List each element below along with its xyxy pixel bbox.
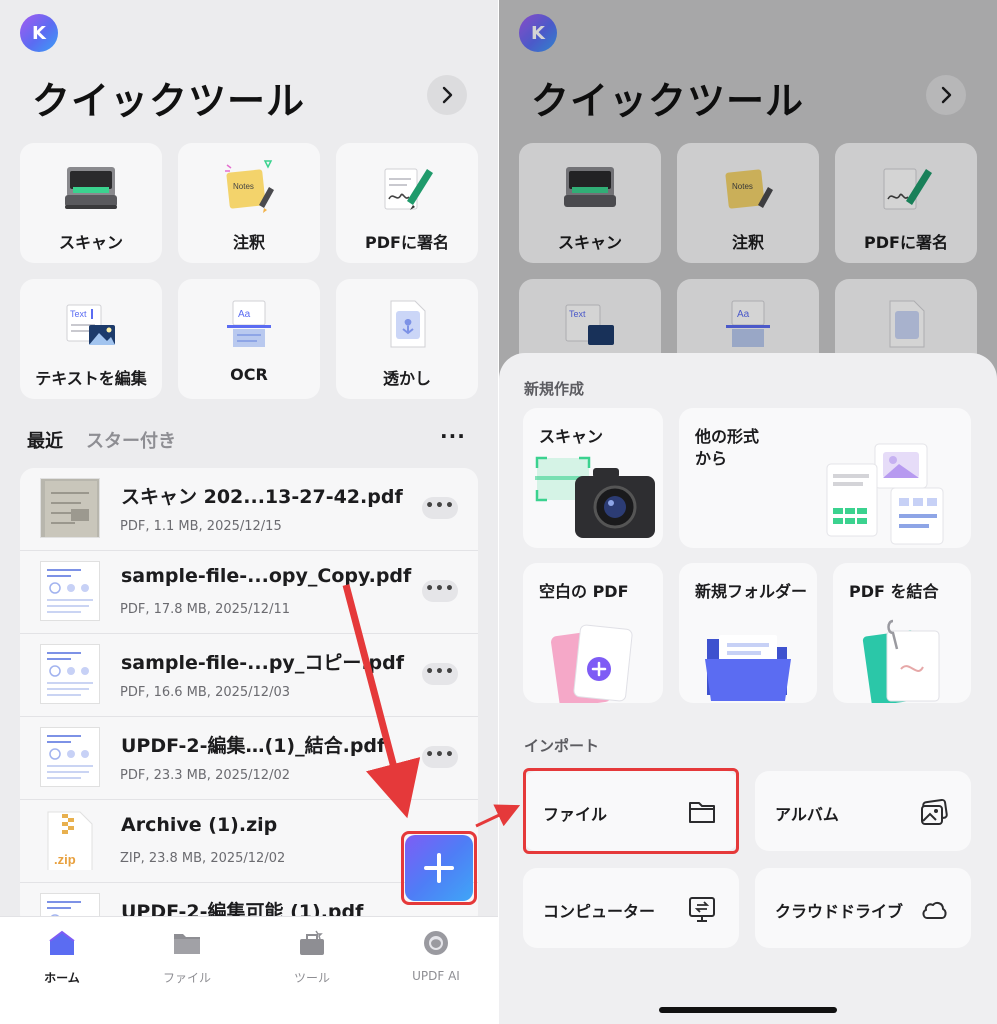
home-screen: K クイックツール スキャン Notes 注釈 PDFに署名 Text テキスト… — [0, 0, 498, 1024]
file-name: Archive (1).zip — [121, 814, 278, 836]
tool-edit-text-label: テキストを編集 — [35, 369, 147, 388]
nav-home-label: ホーム — [44, 971, 80, 985]
file-thumbnail — [40, 478, 100, 538]
sign-pen-icon — [384, 168, 433, 210]
import-album-label: アルバム — [775, 805, 839, 824]
file-thumbnail — [40, 727, 100, 787]
avatar-initial: K — [32, 22, 46, 44]
import-cloud-button[interactable]: クラウドドライブ — [755, 868, 971, 948]
list-options-button[interactable]: ··· — [440, 424, 466, 448]
avatar[interactable]: K — [20, 14, 58, 52]
create-merge-pdf-card[interactable]: PDF を結合 — [833, 563, 971, 703]
toolbox-icon — [300, 930, 324, 955]
quick-tools-more-button[interactable] — [427, 75, 467, 115]
nav-home[interactable]: ホーム — [12, 929, 112, 986]
file-name: sample-file-...opy_Copy.pdf — [121, 565, 412, 587]
file-row[interactable]: スキャン 202...13-27-42.pdf PDF, 1.1 MB, 202… — [20, 468, 478, 551]
create-section-title: 新規作成 — [524, 380, 585, 398]
create-merge-pdf-label: PDF を結合 — [849, 582, 939, 601]
create-bottom-sheet: 新規作成 スキャン 他の形式 から 空白の PDF 新規フォルダー PDF を結… — [499, 353, 997, 1024]
new-folder-icon — [705, 635, 791, 701]
tab-recent[interactable]: 最近 — [27, 427, 63, 453]
import-computer-label: コンピューター — [543, 902, 656, 921]
file-row[interactable]: sample-file-...py_コピー.pdf PDF, 16.6 MB, … — [20, 634, 478, 717]
ai-icon — [424, 931, 448, 955]
file-meta: PDF, 17.8 MB, 2025/12/11 — [120, 602, 290, 617]
nav-tools[interactable]: ツール — [262, 929, 362, 986]
file-name: UPDF-2-編集…(1)_結合.pdf — [121, 735, 386, 757]
notes-icon: Notes — [225, 160, 274, 213]
create-scan-label: スキャン — [539, 427, 604, 446]
create-new-folder-card[interactable]: 新規フォルダー — [679, 563, 817, 703]
file-more-button[interactable]: ••• — [422, 497, 458, 519]
convert-icon — [826, 443, 944, 545]
file-meta: PDF, 1.1 MB, 2025/12/15 — [120, 519, 282, 534]
file-meta: PDF, 23.3 MB, 2025/12/02 — [120, 768, 290, 783]
home-indicator — [659, 1007, 837, 1013]
file-name: sample-file-...py_コピー.pdf — [121, 652, 405, 674]
nav-ai[interactable]: UPDF AI — [386, 929, 486, 983]
ocr-icon: Aa — [227, 300, 271, 347]
tab-starred[interactable]: スター付き — [86, 427, 176, 453]
cloud-icon — [922, 901, 947, 919]
tool-watermark-label: 透かし — [382, 369, 431, 388]
album-icon — [921, 798, 948, 825]
page-title: クイックツール — [32, 79, 306, 123]
tool-ocr-label: OCR — [230, 365, 268, 384]
zip-file-icon: .zip — [40, 810, 100, 870]
create-from-format-card[interactable]: 他の形式 から — [679, 408, 971, 548]
file-thumbnail — [40, 644, 100, 704]
add-button-highlight — [401, 831, 477, 905]
text-edit-icon: Text — [66, 304, 115, 345]
create-scan-card[interactable]: スキャン — [523, 408, 663, 548]
file-more-button[interactable]: ••• — [422, 580, 458, 602]
tool-sign[interactable]: PDFに署名 — [336, 143, 478, 263]
create-new-folder-label: 新規フォルダー — [695, 582, 808, 601]
ocr-icon-text: Aa — [238, 309, 251, 320]
file-more-button[interactable]: ••• — [422, 746, 458, 768]
import-cloud-label: クラウドドライブ — [775, 902, 904, 921]
import-file-highlight — [523, 768, 739, 854]
tool-scan-label: スキャン — [58, 233, 123, 252]
chevron-right-icon — [442, 86, 453, 104]
home-icon — [49, 930, 75, 955]
import-section-title: インポート — [524, 737, 600, 755]
file-row[interactable]: UPDF-2-編集…(1)_結合.pdf PDF, 23.3 MB, 2025/… — [20, 717, 478, 800]
file-row[interactable]: sample-file-...opy_Copy.pdf PDF, 17.8 MB… — [20, 551, 478, 634]
tool-annotate-label: 注釈 — [232, 233, 265, 252]
text-icon-label: Text — [70, 309, 87, 319]
nav-files[interactable]: ファイル — [137, 929, 237, 986]
tool-scan[interactable]: スキャン — [20, 143, 162, 263]
blank-pdf-icon — [551, 624, 633, 703]
tool-edit-text[interactable]: Text テキストを編集 — [20, 279, 162, 399]
tool-sign-label: PDFに署名 — [365, 233, 449, 252]
create-blank-pdf-label: 空白の PDF — [539, 582, 629, 601]
bottom-nav: ホーム ファイル ツール UPDF AI — [0, 916, 498, 1024]
watermark-icon — [390, 300, 426, 348]
nav-files-label: ファイル — [162, 971, 211, 985]
file-meta: PDF, 16.6 MB, 2025/12/03 — [120, 685, 290, 700]
nav-ai-label: UPDF AI — [412, 969, 460, 983]
folder-icon — [174, 934, 200, 954]
tool-ocr[interactable]: Aa OCR — [178, 279, 320, 399]
create-from-format-label: 他の形式 から — [695, 427, 760, 468]
import-album-button[interactable]: アルバム — [755, 771, 971, 851]
file-name: スキャン 202...13-27-42.pdf — [121, 486, 403, 508]
notes-icon-text: Notes — [233, 182, 254, 191]
scanner-icon — [65, 167, 117, 209]
nav-tools-label: ツール — [293, 971, 330, 985]
computer-icon — [689, 897, 715, 922]
tool-watermark[interactable]: 透かし — [336, 279, 478, 399]
create-sheet-screen: K クイックツール スキャン Notes 注釈 PDFに署名 Text Aa 新… — [499, 0, 997, 1024]
file-more-button[interactable]: ••• — [422, 663, 458, 685]
merge-pdf-icon — [862, 619, 940, 703]
file-meta: ZIP, 23.8 MB, 2025/12/02 — [120, 851, 286, 866]
create-blank-pdf-card[interactable]: 空白の PDF — [523, 563, 663, 703]
camera-icon — [535, 456, 655, 538]
zip-extension-label: .zip — [54, 852, 76, 867]
tool-annotate[interactable]: Notes 注釈 — [178, 143, 320, 263]
import-computer-button[interactable]: コンピューター — [523, 868, 739, 948]
file-thumbnail — [40, 561, 100, 621]
